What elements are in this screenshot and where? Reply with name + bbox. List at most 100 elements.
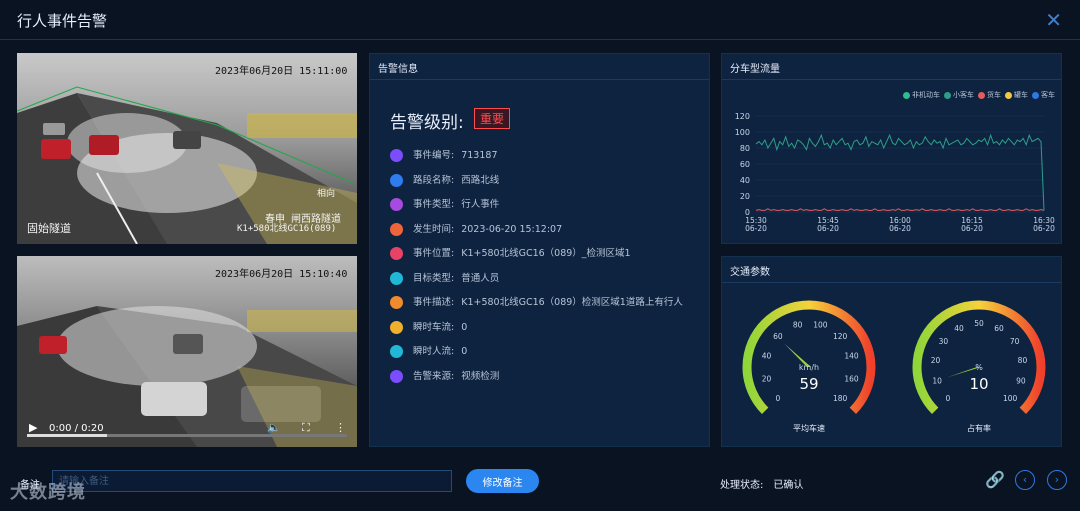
title-bar: 行人事件告警 ✕ [0, 0, 1080, 40]
alarm-detail-label: 事件位置: [413, 248, 455, 259]
video-timestamp: 2023年06月20日 15:11:00 [215, 66, 348, 77]
person-icon [390, 271, 403, 285]
alarm-detail-label: 路段名称: [413, 174, 455, 186]
gauge-tick-label: 0 [775, 394, 780, 403]
alarm-detail-value: 行人事件 [458, 199, 500, 210]
alarm-detail-label: 告警来源: [413, 370, 455, 382]
flow-line-chart: 02040608010012015:3006-2015:4506-2016:00… [735, 112, 1055, 233]
location-icon [390, 247, 403, 260]
close-icon[interactable]: ✕ [1045, 8, 1062, 32]
status-value: 已确认 [773, 480, 804, 491]
x-tick-label: 06-20 [745, 224, 767, 233]
video-progress-fill [27, 434, 107, 437]
panel-title: 交通参数 [722, 257, 1061, 283]
series-line-小客车 [755, 133, 1045, 211]
alarm-detail-row: 瞬时人流: 0 [390, 343, 467, 358]
alarm-detail-value: K1+580北线GC16（089）检测区域1道路上有行人 [458, 297, 683, 308]
video-timestamp: 2023年06月20日 15:10:40 [215, 269, 348, 280]
video-location-label: 固始隧道 [27, 222, 71, 235]
vehicle-flow-panel: 分车型流量 非机动车 小客车 货车 罐车 客车 0 20 40 60 80 100 120 15:30… [721, 53, 1062, 244]
next-icon[interactable]: › [1047, 470, 1067, 490]
gauge-tick-label: 160 [844, 374, 859, 383]
gauge-tick-label: 50 [974, 319, 984, 328]
gauge-unit: km/h [799, 363, 819, 372]
gauge-tick-label: 60 [773, 332, 783, 341]
alarm-info-panel: 告警信息 告警级别: 重要 事件编号: 713187 路段名称: 西路北线事件类型… [369, 53, 710, 447]
remark-input[interactable] [52, 470, 452, 492]
road-icon [390, 173, 403, 187]
alarm-detail-value: 0 [458, 321, 468, 333]
alarm-detail-label: 发生时间: [413, 223, 455, 235]
gauge-tick-label: 30 [939, 337, 949, 346]
series-line-货车 [755, 208, 1045, 211]
update-remark-button[interactable]: 修改备注 [466, 469, 539, 493]
gauge-tick-label: 20 [762, 374, 772, 383]
y-tick-label: 60 [740, 160, 750, 169]
x-tick-label: 06-20 [961, 224, 983, 233]
gauge-tick-label: 80 [793, 320, 803, 329]
gauge-tick-label: 0 [945, 394, 950, 403]
list-icon [390, 369, 403, 383]
alarm-detail-label: 瞬时人流: [413, 346, 455, 357]
gauge-value: 10 [969, 375, 988, 393]
alarm-level-label: 告警级别: [390, 113, 464, 133]
play-icon[interactable]: ▶ [29, 421, 37, 434]
edit-icon [390, 296, 403, 309]
occupancy-gauge: 0102030405060708090100%10占有率 [912, 300, 1046, 433]
alarm-detail-value: 2023-06-20 15:12:07 [458, 223, 563, 235]
previous-icon[interactable]: ‹ [1015, 470, 1035, 490]
alarm-detail-value: 普通人员 [458, 272, 500, 284]
gauge-tick-label: 10 [932, 377, 942, 386]
gauge-tick-label: 120 [833, 332, 848, 341]
alarm-detail-row: 事件位置: K1+580北线GC16（089）_检测区域1 [390, 245, 631, 260]
status-label: 处理状态: [720, 480, 764, 491]
alarm-detail-label: 目标类型: [413, 272, 455, 284]
y-tick-label: 40 [740, 176, 750, 185]
alarm-detail-value: 713187 [458, 150, 498, 161]
x-tick-label: 06-20 [889, 224, 911, 233]
clock-icon [390, 222, 403, 236]
alarm-detail-value: 视频检测 [458, 370, 500, 382]
y-tick-label: 20 [740, 192, 750, 201]
car-icon [390, 320, 403, 334]
process-status: 处理状态: 已确认 [720, 476, 803, 491]
alarm-level-badge: 重要 [474, 108, 511, 129]
gauge-tick-label: 40 [954, 324, 964, 333]
fullscreen-icon[interactable]: ⛶ [302, 421, 310, 435]
traffic-params-panel: 交通参数 0 20 40 60 80 100 120 140 160 180 km/h 59 平均车速 … [721, 256, 1062, 447]
link-icon[interactable]: 🔗 [985, 470, 1005, 490]
gauge-tick-label: 100 [1003, 394, 1018, 403]
alarm-detail-label: 事件类型: [413, 199, 455, 210]
window-title: 行人事件告警 [17, 12, 108, 30]
volume-icon[interactable]: 🔈 [267, 421, 281, 434]
gauge-tick-label: 140 [844, 352, 859, 361]
gauge-title: 占有率 [967, 423, 991, 433]
watermark: 大数跨境 [10, 482, 86, 503]
more-options-icon[interactable]: ⋮ [335, 421, 346, 434]
gauge-tick-label: 20 [931, 356, 941, 365]
video-camera-id: K1+580北线GC16(089) [237, 224, 337, 234]
alarm-detail-value: 西路北线 [458, 174, 500, 186]
video-controls: ▶ 0:00 / 0:20 🔈 ⛶ ⋮ [17, 411, 357, 447]
gauge-tick-label: 90 [1016, 377, 1026, 386]
panel-title: 告警信息 [370, 54, 709, 80]
gauge-tick-label: 40 [762, 352, 772, 361]
x-tick-label: 06-20 [817, 224, 839, 233]
camera-video-2[interactable]: 2023年06月20日 15:10:40 ▶ 0:00 / 0:20 🔈 ⛶ ⋮ [17, 256, 357, 447]
alarm-detail-row: 事件描述: K1+580北线GC16（089）检测区域1道路上有行人 [390, 294, 683, 309]
gauge-title: 平均车速 [793, 423, 825, 433]
gauge-value: 59 [799, 375, 818, 393]
gauge-tick-label: 60 [994, 324, 1004, 333]
list-icon [390, 149, 403, 162]
alarm-detail-row: 目标类型: 普通人员 [390, 270, 499, 285]
alarm-detail-row: 事件类型: 行人事件 [390, 196, 499, 211]
grid-icon [390, 198, 403, 211]
video-progress-bar[interactable] [27, 434, 347, 437]
alarm-detail-value: K1+580北线GC16（089）_检测区域1 [458, 248, 631, 259]
gauge-unit: % [975, 363, 983, 372]
alarm-detail-row: 发生时间: 2023-06-20 15:12:07 [390, 221, 562, 236]
panel-title: 分车型流量 [722, 54, 1061, 80]
alarm-detail-row: 事件编号: 713187 [390, 147, 498, 162]
y-tick-label: 120 [735, 112, 750, 121]
camera-video-1[interactable]: 2023年06月20日 15:11:00 固始隧道 春申 闸西路隧道 K1+58… [17, 53, 357, 244]
